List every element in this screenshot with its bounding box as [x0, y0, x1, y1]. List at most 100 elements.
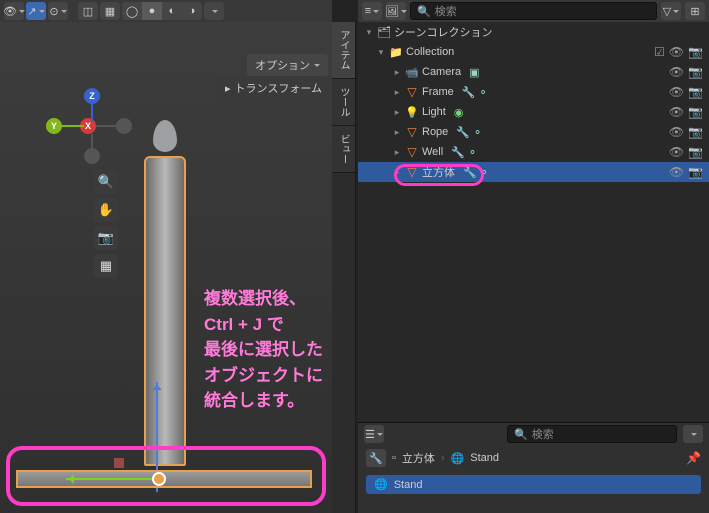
pan-tool[interactable]: ✋ — [94, 198, 118, 222]
axis-y-handle[interactable]: Y — [46, 118, 62, 134]
outliner-search-input[interactable]: 🔍 検索 — [410, 2, 657, 20]
crumb-modifier[interactable]: Stand — [470, 452, 499, 464]
eye-icon[interactable]: 👁 — [669, 65, 684, 79]
overlay-toggle-1[interactable]: ◫ — [78, 2, 98, 20]
properties-panel: ☰ 🔍 検索 🔧 ▫ 立方体 › 🌐 Stand 📌 🌐 Stand — [358, 422, 709, 513]
shading-wire-icon[interactable]: ◯ — [122, 2, 142, 20]
search-icon: 🔍 — [514, 428, 528, 441]
eye-icon[interactable]: 👁 — [669, 165, 684, 179]
3d-viewport[interactable]: オプション ▸ トランスフォーム Z Y X 🔍 ✋ 📷 ▦ 複数選択後、 Ct… — [0, 22, 332, 513]
eye-icon[interactable]: 👁 — [669, 85, 684, 99]
chevron-right-icon[interactable]: ▸ — [390, 67, 404, 78]
shading-render-icon[interactable]: ◑ — [182, 2, 202, 20]
shading-options-dropdown[interactable] — [204, 2, 224, 20]
shading-solid-icon[interactable]: ● — [142, 2, 162, 20]
flame-mesh — [153, 120, 177, 152]
new-collection-button[interactable]: ⊞ — [685, 2, 705, 20]
globe-icon: 🌐 — [451, 452, 465, 465]
props-search-input[interactable]: 🔍 検索 — [507, 425, 677, 443]
tab-view[interactable]: ビュー — [332, 126, 355, 173]
modifier-icon[interactable]: 🔧 — [456, 126, 470, 139]
chevron-right-icon[interactable]: ▸ — [390, 127, 404, 138]
globe-icon: 🌐 — [374, 478, 388, 491]
outliner-row-well[interactable]: ▸ ▽ Well 🔧⚬ 👁📷 — [358, 142, 709, 162]
outliner-scene-row[interactable]: ▾ 🗂 シーンコレクション — [358, 22, 709, 42]
camera-icon[interactable]: 📷 — [688, 65, 703, 79]
axis-neg-handle-1[interactable] — [116, 118, 132, 134]
camera-tool[interactable]: 📷 — [94, 226, 118, 250]
modifier-tab-icon[interactable]: 🔧 — [366, 449, 386, 467]
camera-data-icon[interactable]: ▣ — [469, 66, 479, 79]
outliner-panel: ▾ 🗂 シーンコレクション ▾ 📁 Collection ☑👁📷 ▸ 📹 Cam… — [358, 22, 709, 422]
outliner-collection-row[interactable]: ▾ 📁 Collection ☑👁📷 — [358, 42, 709, 62]
modifier-name-field[interactable]: 🌐 Stand — [366, 475, 701, 494]
axis-z-handle[interactable]: Z — [84, 88, 100, 104]
eye-icon[interactable]: 👁 — [669, 125, 684, 139]
modifier-icon[interactable]: 🔧 — [463, 166, 477, 179]
nav-gizmo[interactable]: Z Y X — [52, 92, 132, 172]
zoom-tool[interactable]: 🔍 — [94, 170, 118, 194]
chevron-right-icon[interactable]: ▸ — [390, 107, 404, 118]
options-dropdown[interactable]: オプション — [247, 54, 328, 76]
scene-icon: 🗂 — [376, 24, 392, 40]
camera-icon[interactable]: 📷 — [688, 85, 703, 99]
mesh-icon: ▽ — [404, 84, 420, 100]
modifier-icon[interactable]: 🔧 — [451, 146, 465, 159]
pivot-dropdown[interactable]: ⊙ — [48, 2, 68, 20]
interaction-mode-dropdown[interactable]: 👁 — [4, 2, 24, 20]
tab-tool[interactable]: ツール — [332, 79, 355, 126]
camera-obj-icon: 📹 — [404, 64, 420, 80]
candle-object[interactable] — [140, 114, 190, 474]
chevron-right-icon[interactable]: ▸ — [390, 167, 404, 178]
search-placeholder: 検索 — [435, 3, 457, 19]
shading-mode-segmented[interactable]: ◯ ● ◐ ◑ — [122, 2, 202, 20]
outliner-row-camera[interactable]: ▸ 📹 Camera ▣ 👁📷 — [358, 62, 709, 82]
outliner-row-rope[interactable]: ▸ ▽ Rope 🔧⚬ 👁📷 — [358, 122, 709, 142]
particle-icon[interactable]: ⚬ — [468, 146, 477, 159]
overlay-toggle-2[interactable]: ▦ — [100, 2, 120, 20]
chevron-down-icon[interactable]: ▾ — [362, 27, 376, 38]
camera-icon[interactable]: 📷 — [688, 105, 703, 119]
mesh-icon: ▽ — [404, 124, 420, 140]
shading-matprev-icon[interactable]: ◐ — [162, 2, 182, 20]
chevron-right-icon[interactable]: ▸ — [390, 147, 404, 158]
eye-icon[interactable]: 👁 — [669, 105, 684, 119]
sidebar-tabs: アイテム ツール ビュー — [332, 22, 356, 513]
filter-dropdown[interactable]: ▽ — [661, 2, 681, 20]
light-data-icon[interactable]: ◉ — [454, 106, 464, 119]
move-gizmo-x[interactable] — [66, 478, 164, 480]
editor-type-dropdown[interactable]: ≡ — [362, 2, 382, 20]
crumb-object[interactable]: 立方体 — [402, 450, 435, 466]
camera-icon[interactable]: 📷 — [688, 145, 703, 159]
chevron-down-icon[interactable]: ▾ — [374, 47, 388, 58]
checkbox-icon[interactable]: ☑ — [654, 45, 665, 59]
display-mode-dropdown[interactable]: 🖼 — [386, 2, 406, 20]
props-editor-dropdown[interactable]: ☰ — [364, 425, 384, 443]
camera-icon[interactable]: 📷 — [688, 165, 703, 179]
eye-icon[interactable]: 👁 — [669, 45, 684, 59]
camera-icon[interactable]: 📷 — [688, 45, 703, 59]
particle-icon[interactable]: ⚬ — [480, 166, 489, 179]
mesh-icon: ▽ — [404, 164, 420, 180]
perspective-tool[interactable]: ▦ — [94, 254, 118, 278]
modifier-icon[interactable]: 🔧 — [462, 86, 476, 99]
outliner-row-light[interactable]: ▸ 💡 Light ◉ 👁📷 — [358, 102, 709, 122]
chevron-right-icon[interactable]: ▸ — [390, 87, 404, 98]
tab-item[interactable]: アイテム — [332, 22, 355, 79]
annotation-overlay: 複数選択後、 Ctrl + J で 最後に選択したオブジェクトに 統合します。 — [204, 286, 332, 414]
pin-icon[interactable]: 📌 — [686, 451, 701, 465]
eye-icon[interactable]: 👁 — [669, 145, 684, 159]
transform-panel-header[interactable]: ▸ トランスフォーム — [215, 76, 332, 100]
outliner-header: ≡ 🖼 🔍 検索 ▽ ⊞ — [358, 0, 709, 22]
outliner-row-cube[interactable]: ▸ ▽ 立方体 🔧⚬ 👁📷 — [358, 162, 709, 182]
particle-icon[interactable]: ⚬ — [473, 126, 482, 139]
mesh-icon: ▽ — [404, 144, 420, 160]
axis-neg-handle-2[interactable] — [84, 148, 100, 164]
props-options-dropdown[interactable] — [683, 425, 703, 443]
camera-icon[interactable]: 📷 — [688, 125, 703, 139]
outliner-row-frame[interactable]: ▸ ▽ Frame 🔧⚬ 👁📷 — [358, 82, 709, 102]
particle-icon[interactable]: ⚬ — [478, 86, 487, 99]
move-gizmo-origin[interactable] — [152, 472, 166, 486]
transform-orientation-dropdown[interactable]: ↗ — [26, 2, 46, 20]
light-obj-icon: 💡 — [404, 104, 420, 120]
